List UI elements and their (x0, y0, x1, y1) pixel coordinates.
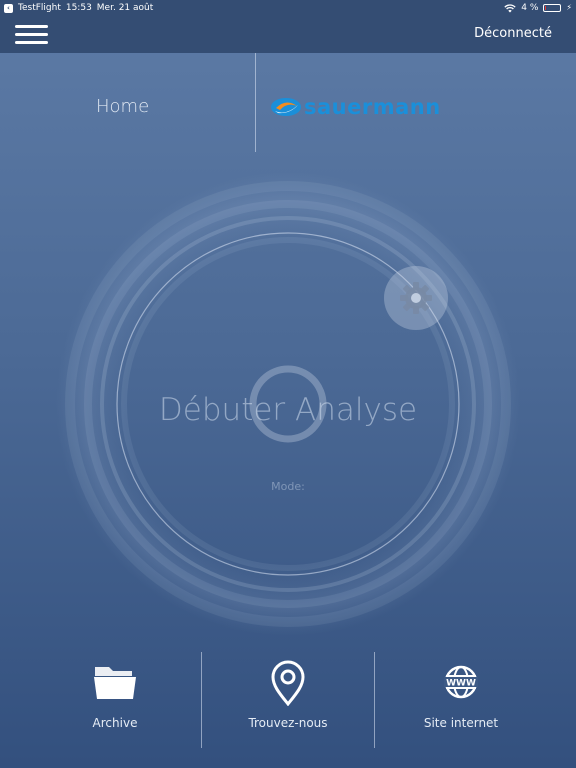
settings-button[interactable] (384, 266, 448, 330)
disconnect-status-button[interactable]: Déconnecté (474, 26, 552, 41)
wifi-icon (504, 3, 516, 12)
status-date: Mer. 21 août (96, 3, 154, 13)
www-globe-icon: WWW (444, 665, 478, 699)
bottom-divider-2 (374, 652, 375, 748)
sauermann-logo: sauermann (271, 95, 441, 119)
gear-icon (400, 282, 432, 314)
svg-text:WWW: WWW (446, 679, 476, 689)
folder-icon (94, 667, 136, 699)
find-us-button[interactable]: Trouvez-nous (203, 655, 373, 745)
status-time: 15:53 (65, 3, 92, 13)
website-button[interactable]: WWW Site internet (376, 655, 546, 745)
archive-button[interactable]: Archive (30, 655, 200, 745)
battery-percent: 4 % (521, 3, 539, 13)
battery-icon (543, 4, 562, 12)
battery-fill (545, 6, 547, 10)
status-right: 4 % ⚡ (504, 0, 572, 16)
find-us-label: Trouvez-nous (248, 716, 328, 730)
back-to-app-icon[interactable]: ‹ (4, 3, 13, 13)
bottom-divider-1 (201, 652, 202, 748)
app-screen: ‹ TestFlight 15:53 Mer. 21 août 4 % ⚡ Dé… (0, 0, 576, 768)
top-nav-bar: Déconnecté (0, 16, 576, 53)
status-bar: ‹ TestFlight 15:53 Mer. 21 août 4 % ⚡ (0, 0, 576, 16)
website-label: Site internet (423, 716, 499, 730)
hamburger-icon[interactable] (15, 24, 49, 46)
status-left: ‹ TestFlight 15:53 Mer. 21 août (4, 0, 153, 16)
charging-bolt-icon: ⚡ (566, 3, 572, 12)
page-title: Home (96, 96, 150, 117)
start-analysis-label: Débuter Analyse (158, 392, 418, 428)
header-divider (255, 53, 256, 152)
svg-text:sauermann: sauermann (304, 95, 441, 119)
mode-label: Mode: (271, 480, 305, 493)
back-app-name[interactable]: TestFlight (18, 0, 61, 16)
map-pin-icon (271, 660, 305, 706)
archive-label: Archive (92, 716, 138, 730)
